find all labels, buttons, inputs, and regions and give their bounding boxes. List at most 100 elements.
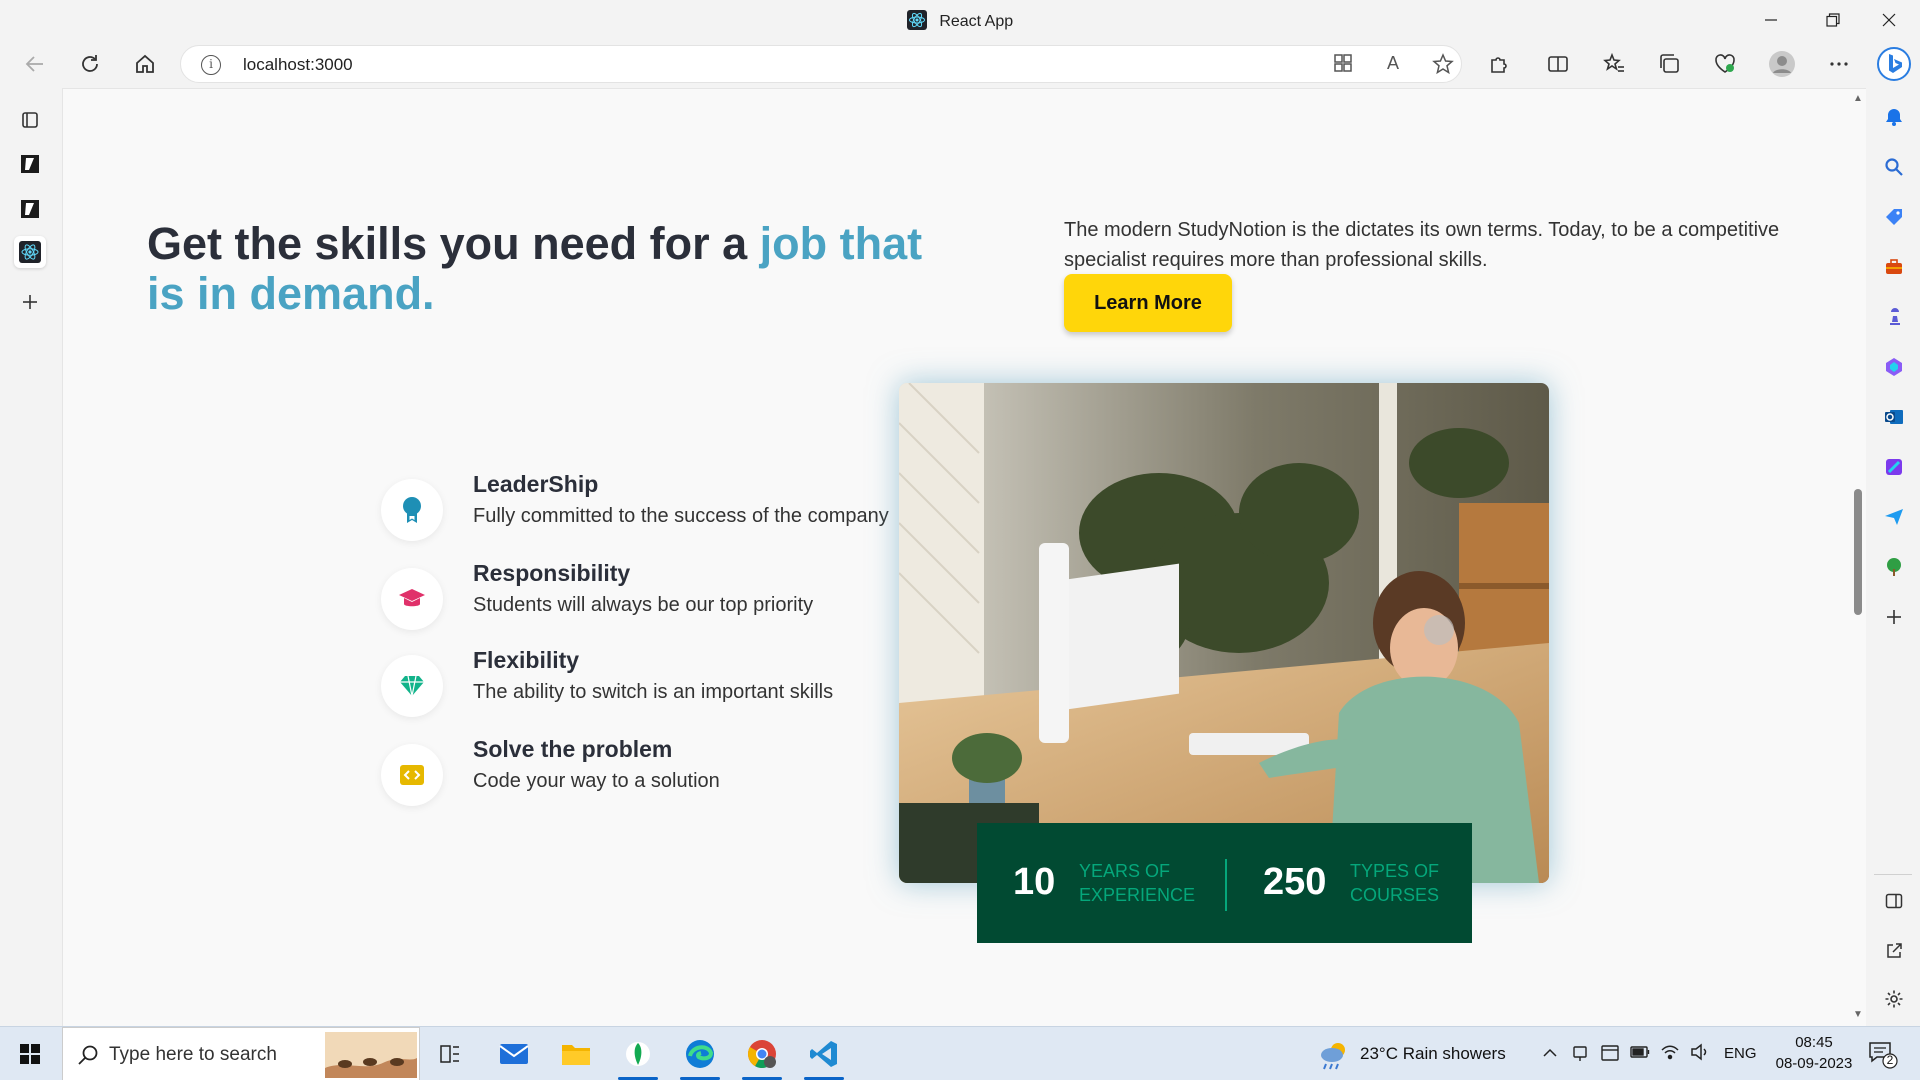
weather-text[interactable]: 23°C Rain showers xyxy=(1360,1044,1506,1064)
language-indicator[interactable]: ENG xyxy=(1724,1045,1757,1062)
stats-panel: 10 YEARS OF EXPERIENCE 250 TYPES OF COUR… xyxy=(977,823,1472,943)
refresh-button[interactable] xyxy=(73,48,107,80)
more-options-icon[interactable] xyxy=(1822,48,1856,80)
stat-label-line: EXPERIENCE xyxy=(1079,885,1196,905)
url-text[interactable]: localhost:3000 xyxy=(243,55,353,75)
send-paperplane-icon[interactable] xyxy=(1881,504,1907,530)
stat-label: YEARS OF EXPERIENCE xyxy=(1079,859,1195,907)
wifi-icon[interactable] xyxy=(1660,1043,1680,1066)
read-aloud-icon[interactable]: A xyxy=(1381,53,1405,77)
show-hidden-icons[interactable] xyxy=(1542,1045,1558,1066)
clock-time: 08:45 xyxy=(1795,1034,1833,1051)
notification-center-icon[interactable]: 2 xyxy=(1868,1041,1898,1074)
vscode-icon[interactable] xyxy=(798,1032,850,1080)
feature-title: Flexibility xyxy=(473,647,580,673)
feature-item: Solve the problem Code your way to a sol… xyxy=(381,736,941,816)
left-sidebar xyxy=(0,88,62,1026)
page-viewport: Get the skills you need for a job that i… xyxy=(62,88,1866,1026)
back-button[interactable] xyxy=(18,48,52,80)
feature-title: Responsibility xyxy=(473,560,631,586)
hide-sidebar-icon[interactable] xyxy=(1881,888,1907,914)
shopping-tag-icon[interactable] xyxy=(1881,204,1907,230)
stat-label-line: COURSES xyxy=(1350,885,1440,905)
feature-item: LeaderShip Fully committed to the succes… xyxy=(381,471,941,551)
stat-label-line: YEARS OF xyxy=(1079,861,1171,881)
address-bar[interactable]: i localhost:3000 A xyxy=(180,45,1462,83)
search-icon xyxy=(78,1045,98,1065)
taskbar-search-placeholder[interactable]: Type here to search xyxy=(109,1044,277,1066)
read-aloud-letter: A xyxy=(1386,53,1399,73)
scrollbar-thumb[interactable] xyxy=(1854,489,1862,615)
window-title-area: React App xyxy=(0,10,1920,31)
profile-avatar[interactable] xyxy=(1765,48,1799,80)
settings-gear-icon[interactable] xyxy=(1881,986,1907,1012)
battery-icon[interactable] xyxy=(1630,1045,1650,1064)
headline-text: Get the skills you need for a xyxy=(147,218,760,269)
sidebar-divider xyxy=(1874,874,1912,875)
edge-browser-icon[interactable] xyxy=(674,1032,726,1080)
collections-icon[interactable] xyxy=(1652,48,1686,80)
scroll-up-icon[interactable]: ▲ xyxy=(1853,93,1863,104)
app-available-icon[interactable] xyxy=(1331,53,1355,77)
browser-essentials-icon[interactable] xyxy=(1708,48,1742,80)
notifications-bell-icon[interactable] xyxy=(1881,104,1907,130)
volume-icon[interactable] xyxy=(1690,1043,1710,1066)
games-chess-icon[interactable] xyxy=(1881,304,1907,330)
home-button[interactable] xyxy=(128,48,162,80)
mail-app-icon[interactable] xyxy=(488,1032,540,1076)
clock[interactable]: 08:45 08-09-2023 xyxy=(1770,1034,1858,1072)
meet-now-icon[interactable] xyxy=(1572,1043,1590,1068)
add-sidebar-app-icon[interactable] xyxy=(1881,604,1907,630)
tools-briefcase-icon[interactable] xyxy=(1881,254,1907,280)
windows-start-icon[interactable] xyxy=(4,1032,56,1076)
tab-actions-icon[interactable] xyxy=(14,104,46,136)
graduation-cap-icon xyxy=(381,568,443,630)
favorites-icon[interactable] xyxy=(1597,48,1631,80)
mongodb-compass-icon[interactable] xyxy=(612,1032,664,1080)
scroll-down-icon[interactable]: ▼ xyxy=(1853,1009,1863,1020)
extensions-icon[interactable] xyxy=(1482,48,1516,80)
stats-divider xyxy=(1225,859,1227,911)
split-screen-icon[interactable] xyxy=(1541,48,1575,80)
feature-description: Fully committed to the success of the co… xyxy=(473,505,889,527)
site-info-icon[interactable]: i xyxy=(201,55,221,75)
intro-text: The modern StudyNotion is the dictates i… xyxy=(1064,219,1780,271)
file-explorer-icon[interactable] xyxy=(550,1032,602,1076)
search-icon[interactable] xyxy=(1881,154,1907,180)
tree-icon[interactable] xyxy=(1881,554,1907,580)
stat-label: TYPES OF COURSES xyxy=(1350,859,1439,907)
open-external-icon[interactable] xyxy=(1881,938,1907,964)
minimize-button[interactable] xyxy=(1748,6,1794,34)
tab-site-2-icon[interactable] xyxy=(14,193,46,225)
title-bar: React App xyxy=(0,0,1920,40)
restore-button[interactable] xyxy=(1810,6,1856,34)
microsoft-365-icon[interactable] xyxy=(1881,354,1907,380)
windows-taskbar: Type here to search 23°C Rain showers EN… xyxy=(0,1026,1920,1080)
weather-rain-icon[interactable] xyxy=(1318,1040,1352,1075)
designer-icon[interactable] xyxy=(1881,454,1907,480)
code-icon xyxy=(381,744,443,806)
feature-description: Students will always be our top priority xyxy=(473,594,814,616)
tab-site-1-icon[interactable] xyxy=(14,148,46,180)
search-highlight-illustration xyxy=(325,1032,417,1078)
notification-count: 2 xyxy=(1886,1053,1894,1067)
new-tab-icon[interactable] xyxy=(14,286,46,318)
outlook-icon[interactable] xyxy=(1881,404,1907,430)
tab-react-app-icon[interactable] xyxy=(14,236,46,268)
feature-description: The ability to switch is an important sk… xyxy=(473,681,834,703)
page-scrollbar[interactable]: ▲ ▼ xyxy=(1848,89,1866,1026)
react-logo-icon xyxy=(906,10,927,30)
tray-app-icon[interactable] xyxy=(1600,1043,1620,1068)
close-button[interactable] xyxy=(1866,6,1912,34)
hero-image xyxy=(899,383,1549,883)
page-headline: Get the skills you need for a job that i… xyxy=(147,219,967,319)
learn-more-button[interactable]: Learn More xyxy=(1064,274,1232,332)
favorite-star-icon[interactable] xyxy=(1431,53,1455,77)
chrome-browser-icon[interactable] xyxy=(736,1032,788,1080)
stat-label-line: TYPES OF xyxy=(1350,861,1440,881)
diamond-icon xyxy=(381,655,443,717)
feature-title: LeaderShip xyxy=(473,471,599,497)
taskbar-search[interactable]: Type here to search xyxy=(62,1027,420,1080)
task-view-icon[interactable] xyxy=(424,1032,476,1076)
bing-copilot-icon[interactable] xyxy=(1874,44,1914,84)
